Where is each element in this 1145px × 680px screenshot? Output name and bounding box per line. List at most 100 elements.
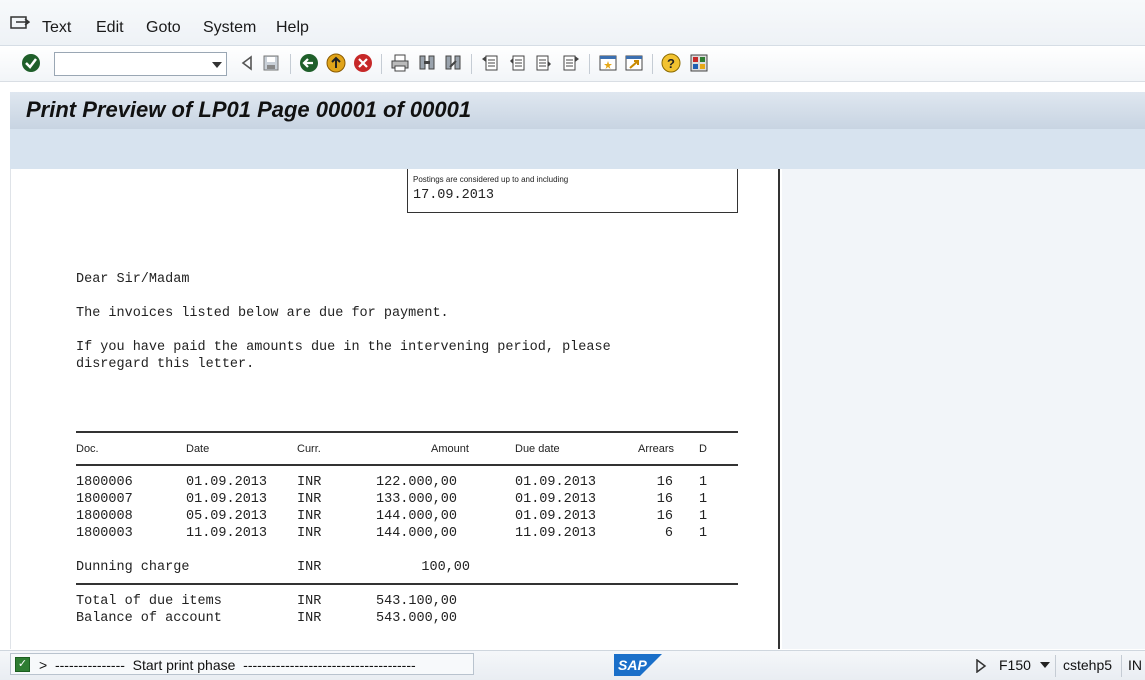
status-bar: ✓ > --------------- Start print phase --…	[0, 650, 1145, 680]
dunning-currency: INR	[297, 560, 322, 575]
letter-line-1: The invoices listed below are due for pa…	[76, 306, 449, 321]
next-page-icon[interactable]	[533, 52, 555, 74]
row-d: 1	[699, 526, 708, 541]
postings-date: 17.09.2013	[413, 188, 495, 203]
exit-icon[interactable]	[325, 52, 347, 74]
menu-edit[interactable]: Edit	[96, 19, 124, 37]
balance-label: Balance of account	[76, 611, 222, 626]
save-icon[interactable]	[260, 52, 282, 74]
help-icon[interactable]: ?	[660, 52, 682, 74]
status-message[interactable]: ✓ > --------------- Start print phase --…	[10, 653, 474, 675]
col-header-amount: Amount	[431, 443, 469, 455]
toolbar-separator	[589, 54, 590, 74]
command-field[interactable]	[54, 52, 227, 76]
customize-layout-icon[interactable]	[688, 52, 710, 74]
total-label: Total of due items	[76, 594, 222, 609]
col-header-arrears: Arrears	[638, 443, 675, 455]
first-page-icon[interactable]	[479, 52, 501, 74]
status-message-text: > --------------- Start print phase ----…	[39, 657, 416, 673]
transaction-code[interactable]: F150	[999, 657, 1031, 673]
toolbar-separator	[652, 54, 653, 74]
col-header-d: D	[699, 443, 707, 455]
row-amount: 122.000,00	[376, 475, 458, 490]
toolbar-separator	[381, 54, 382, 74]
row-curr: INR	[297, 492, 322, 507]
sap-logo: SAP	[614, 654, 662, 676]
row-doc: 1800007	[76, 492, 133, 507]
balance-amount: 543.000,00	[376, 611, 458, 626]
col-header-due-date: Due date	[515, 443, 560, 455]
system-menu-icon[interactable]	[10, 15, 30, 31]
status-separator	[1055, 655, 1056, 677]
row-due-date: 11.09.2013	[515, 526, 597, 541]
play-icon[interactable]	[975, 659, 987, 673]
row-date: 11.09.2013	[186, 526, 268, 541]
menu-text[interactable]: Text	[42, 19, 71, 37]
row-arrears: 16	[656, 509, 673, 524]
menu-help[interactable]: Help	[276, 19, 309, 37]
right-empty-pane	[782, 169, 1145, 649]
back-green-icon[interactable]	[298, 52, 320, 74]
row-due-date: 01.09.2013	[515, 475, 597, 490]
row-due-date: 01.09.2013	[515, 492, 597, 507]
table-header-rule	[76, 464, 738, 466]
menu-system[interactable]: System	[203, 19, 256, 37]
row-doc: 1800006	[76, 475, 133, 490]
enter-icon[interactable]	[20, 52, 42, 74]
row-curr: INR	[297, 526, 322, 541]
cancel-icon[interactable]	[352, 52, 374, 74]
row-curr: INR	[297, 475, 322, 490]
page-title: Print Preview of LP01 Page 00001 of 0000…	[26, 97, 472, 122]
dunning-label: Dunning charge	[76, 560, 190, 575]
row-doc: 1800008	[76, 509, 133, 524]
row-arrears: 16	[656, 492, 673, 507]
row-amount: 144.000,00	[376, 509, 458, 524]
row-date: 01.09.2013	[186, 475, 268, 490]
create-session-icon[interactable]	[597, 52, 619, 74]
back-icon[interactable]	[236, 52, 258, 74]
menu-bar: Text Edit Goto System Help	[0, 0, 1145, 46]
command-input[interactable]	[55, 53, 205, 75]
status-separator	[1121, 655, 1122, 677]
menu-goto[interactable]: Goto	[146, 19, 181, 37]
previous-page-icon[interactable]	[506, 52, 528, 74]
server-name: cstehp5	[1063, 657, 1113, 673]
letter-line-2a: If you have paid the amounts due in the …	[76, 340, 611, 355]
standard-toolbar: ?	[0, 46, 1145, 82]
postings-label: Postings are considered up to and includ…	[413, 175, 569, 184]
print-icon[interactable]	[389, 52, 411, 74]
balance-currency: INR	[297, 611, 322, 626]
row-amount: 144.000,00	[376, 526, 458, 541]
row-arrears: 6	[664, 526, 673, 541]
shortcut-icon[interactable]	[623, 52, 645, 74]
table-top-rule	[76, 431, 738, 433]
application-toolbar	[10, 129, 1145, 169]
dunning-amount: 100,00	[421, 560, 470, 575]
chevron-down-icon[interactable]	[1040, 662, 1050, 668]
chevron-down-icon[interactable]	[212, 62, 222, 68]
print-preview-document[interactable]: Postings are considered up to and includ…	[10, 169, 780, 649]
row-curr: INR	[297, 509, 322, 524]
find-icon[interactable]	[416, 52, 438, 74]
toolbar-separator	[290, 54, 291, 74]
row-date: 05.09.2013	[186, 509, 268, 524]
row-doc: 1800003	[76, 526, 133, 541]
last-page-icon[interactable]	[560, 52, 582, 74]
row-d: 1	[699, 492, 708, 507]
success-icon: ✓	[15, 657, 30, 672]
row-amount: 133.000,00	[376, 492, 458, 507]
input-mode: IN	[1128, 657, 1142, 673]
find-next-icon[interactable]	[442, 52, 464, 74]
svg-text:?: ?	[667, 56, 675, 71]
svg-text:SAP: SAP	[618, 657, 647, 673]
row-due-date: 01.09.2013	[515, 509, 597, 524]
totals-rule	[76, 583, 738, 585]
postings-box: Postings are considered up to and includ…	[407, 169, 738, 213]
col-header-date: Date	[186, 443, 210, 455]
salutation: Dear Sir/Madam	[76, 272, 190, 287]
toolbar-separator	[471, 54, 472, 74]
col-header-curr: Curr.	[297, 443, 321, 455]
row-date: 01.09.2013	[186, 492, 268, 507]
title-bar: Print Preview of LP01 Page 00001 of 0000…	[10, 92, 1145, 129]
row-d: 1	[699, 475, 708, 490]
